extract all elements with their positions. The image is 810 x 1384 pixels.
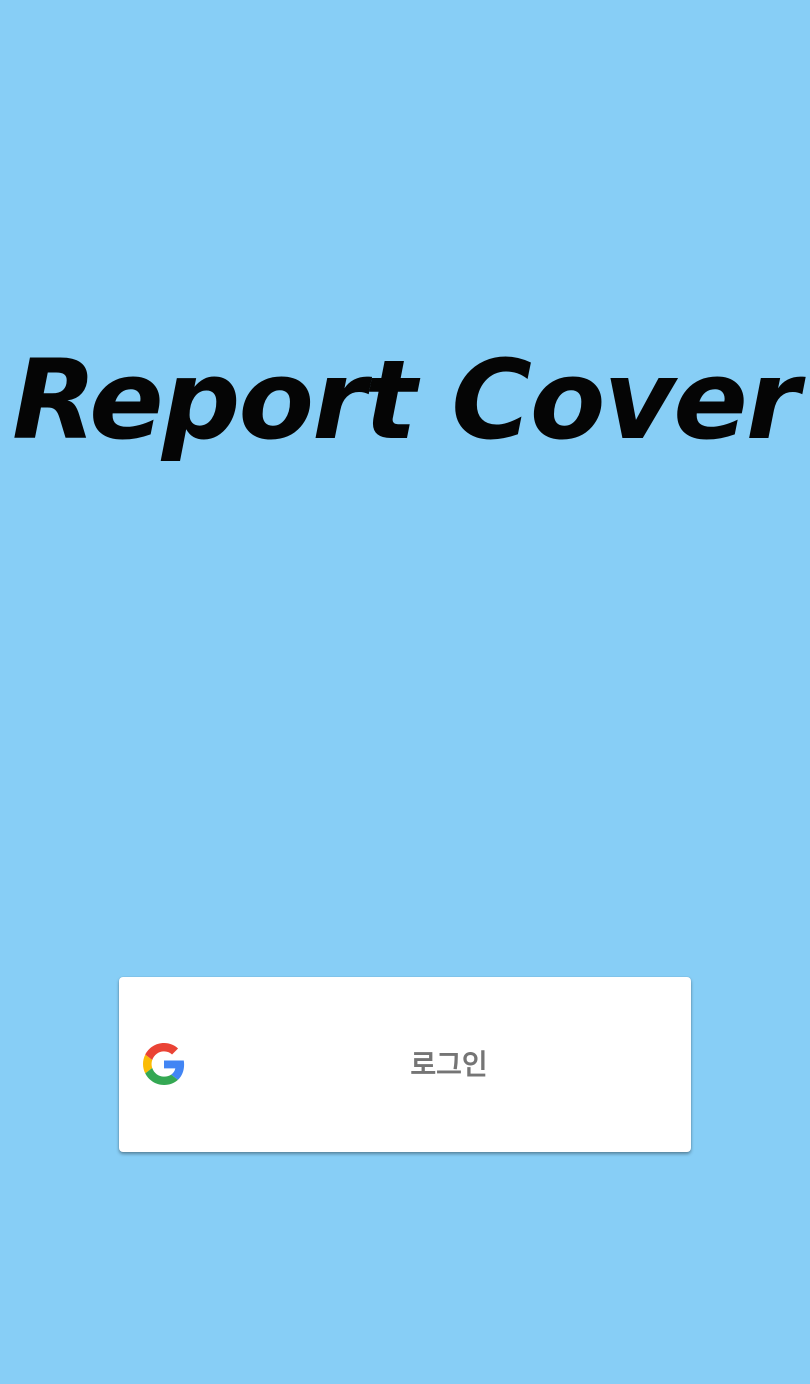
app-title: Report Cover (11, 336, 800, 464)
login-button-label: 로그인 (410, 1048, 488, 1081)
google-login-button[interactable]: 로그인 (119, 977, 691, 1152)
